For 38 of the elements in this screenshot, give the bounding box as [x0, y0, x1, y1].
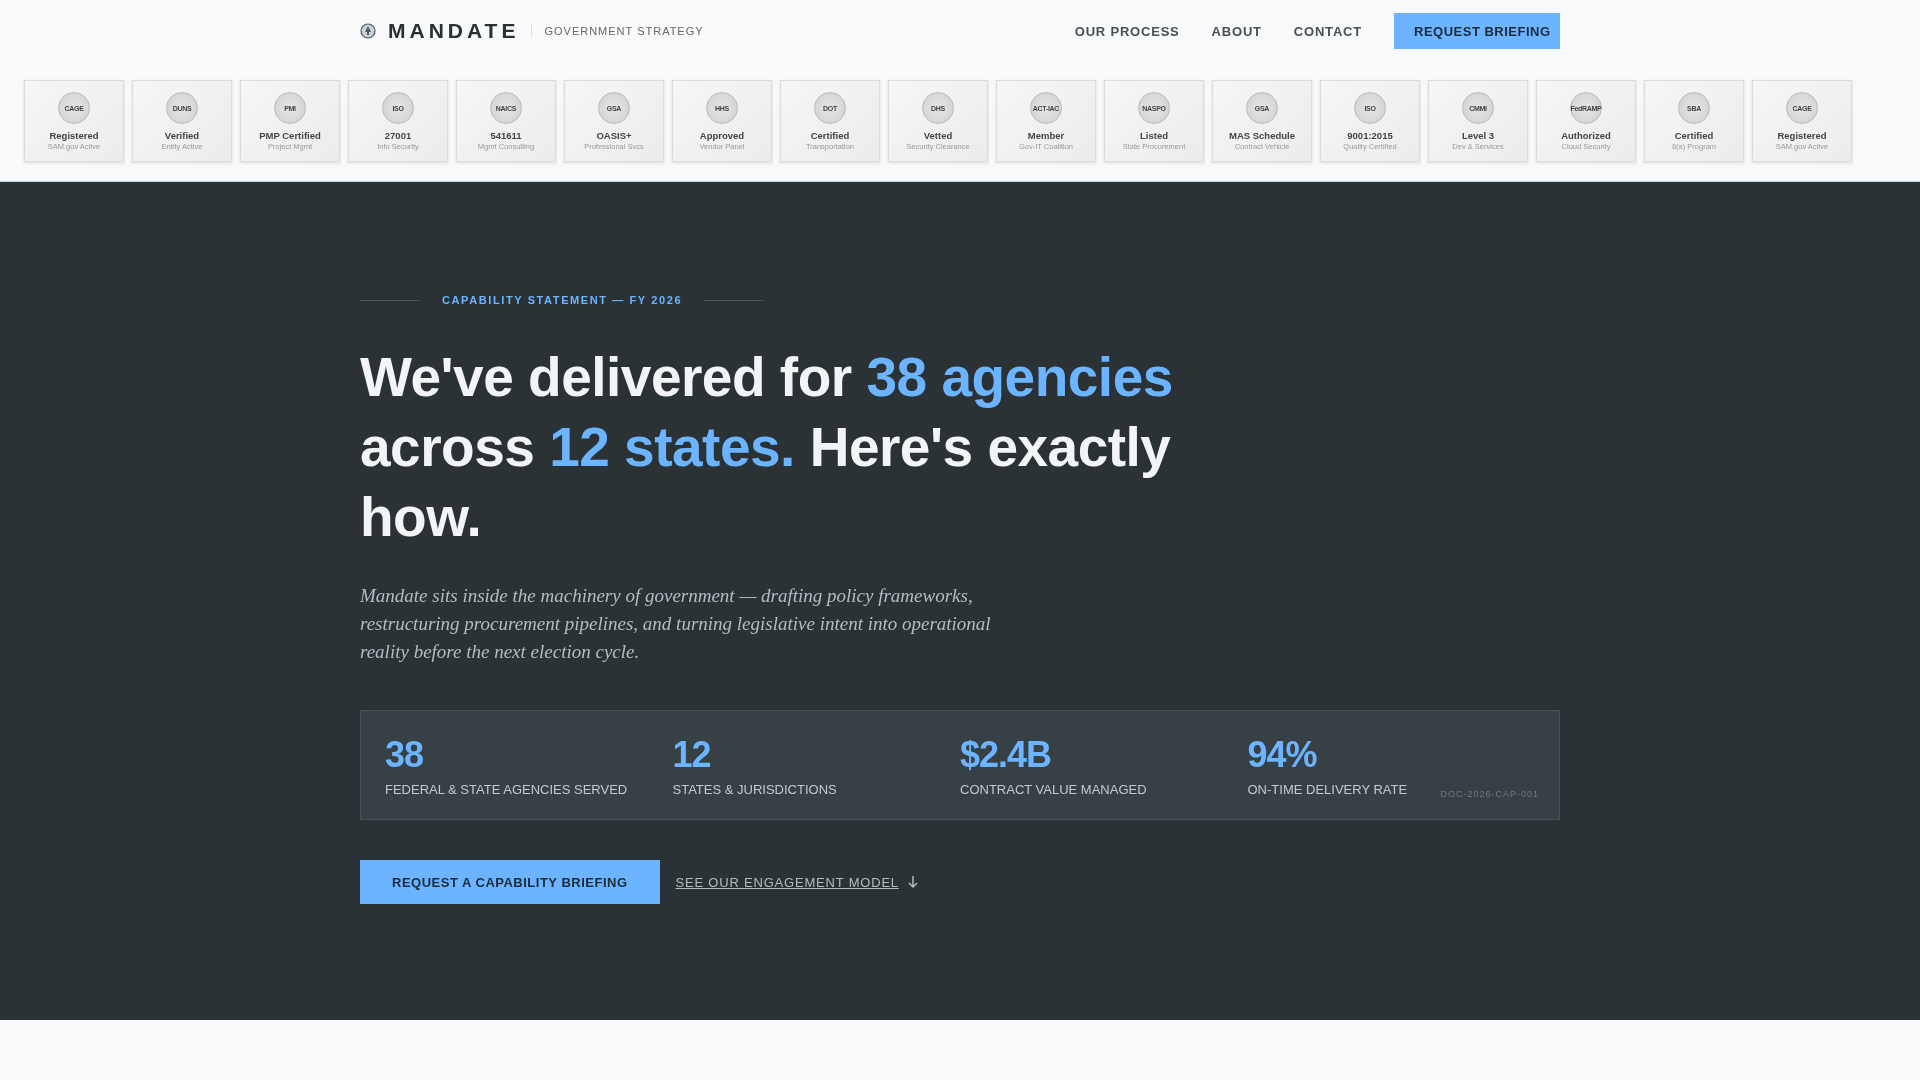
- stat-value: $2.4B: [960, 733, 1052, 776]
- brand-tagline: GOVERNMENT STRATEGY: [531, 25, 704, 37]
- stat-label: FEDERAL & STATE AGENCIES SERVED: [385, 781, 628, 797]
- credential-title: Certified: [1674, 130, 1714, 141]
- credential-title: Level 3: [1461, 130, 1495, 141]
- nav-link[interactable]: OUR PROCESS: [1074, 23, 1180, 39]
- hero-headline: We've delivered for 38 agencies across 12 states. Here's exactly how.: [360, 345, 1174, 550]
- credential-title: PMP Certified: [259, 130, 321, 141]
- stat-label: CONTRACT VALUE MANAGED: [960, 781, 1147, 797]
- stat-value: 12: [672, 733, 711, 776]
- stat-label: ON-TIME DELIVERY RATE: [1247, 781, 1408, 797]
- stat-value: 38: [385, 733, 424, 776]
- credential-title: OASIS+: [596, 130, 632, 141]
- credential-title: 9001:2015: [1347, 130, 1393, 141]
- eyebrow-text: CAPABILITY STATEMENT — FY 2026: [442, 294, 683, 306]
- brand-name: MANDATE: [388, 19, 520, 43]
- credential-title: MAS Schedule: [1229, 130, 1295, 141]
- credential-title: Authorized: [1561, 130, 1611, 141]
- hero-description: Mandate sits inside the machinery of government — drafting policy frameworks, restructuring procurement pipelines, and turning legislative intent into operational reality before the next election cycle.: [360, 584, 992, 664]
- stat-label: STATES & JURISDICTIONS: [672, 781, 837, 797]
- credential-title: Listed: [1140, 130, 1168, 141]
- capability-briefing-button[interactable]: REQUEST A CAPABILITY BRIEFING: [360, 860, 660, 904]
- credential-title: Registered: [1777, 130, 1827, 141]
- credential-title: Verified: [164, 130, 200, 141]
- credential-title: Certified: [810, 130, 850, 141]
- stat-value: 94%: [1247, 733, 1317, 776]
- credential-title: Vetted: [923, 130, 953, 141]
- credential-title: 27001: [384, 130, 412, 141]
- nav-link[interactable]: ABOUT: [1211, 23, 1262, 39]
- engagement-model-link[interactable]: SEE OUR ENGAGEMENT MODEL: [675, 874, 919, 890]
- logo-icon: [360, 23, 376, 39]
- request-briefing-button[interactable]: REQUEST BRIEFING: [1394, 13, 1560, 49]
- credential-title: Member: [1027, 130, 1065, 141]
- credential-title: 541611: [490, 130, 522, 141]
- arrow-down-icon: [906, 875, 919, 889]
- credential-title: Approved: [699, 130, 745, 141]
- nav-link[interactable]: CONTACT: [1293, 23, 1362, 39]
- credential-title: Registered: [49, 130, 99, 141]
